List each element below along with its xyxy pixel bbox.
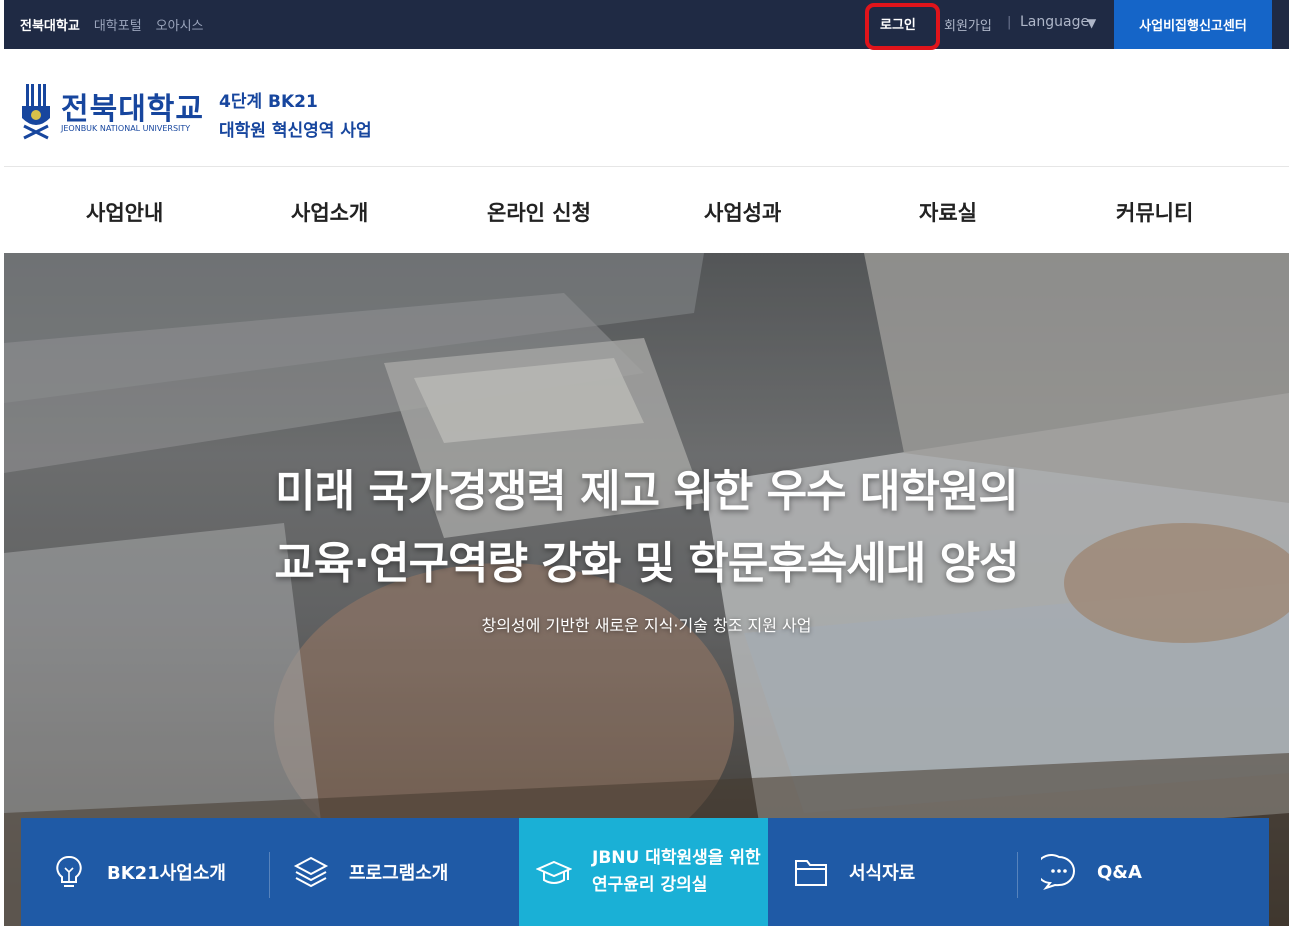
- link-jbnu[interactable]: 전북대학교: [20, 15, 80, 34]
- quick-program-intro[interactable]: 프로그램소개: [293, 818, 448, 926]
- signup-link[interactable]: 회원가입: [944, 15, 992, 34]
- hero-title-line2: 교육·연구역량 강화 및 학문후속세대 양성: [274, 538, 1019, 589]
- quick-divider: [269, 852, 270, 898]
- quick-label-forms: 서식자료: [849, 863, 916, 884]
- chat-bubble-icon: [1041, 854, 1075, 890]
- nav-online-application[interactable]: 온라인 신청: [487, 197, 591, 227]
- quick-menu: BK21사업소개 프로그램소개 JBNU 대학원생을 위한 연구윤리 강의실 서…: [21, 818, 1269, 926]
- university-emblem-icon: [22, 84, 50, 140]
- quick-label-program: 프로그램소개: [349, 863, 449, 884]
- link-oasis[interactable]: 오아시스: [156, 15, 204, 34]
- main-navigation: 사업안내 사업소개 온라인 신청 사업성과 자료실 커뮤니티: [4, 167, 1289, 253]
- program-title-line2: 대학원 혁신영역 사업: [219, 121, 372, 141]
- nav-community[interactable]: 커뮤니티: [1116, 197, 1193, 227]
- report-center-button[interactable]: 사업비집행신고센터: [1114, 0, 1272, 49]
- university-name: 전북대학교: [61, 92, 204, 127]
- quick-label-ethics-line1: JBNU 대학원생을 위한: [592, 848, 761, 868]
- quick-divider: [1017, 852, 1018, 898]
- university-english-name: JEONBUK NATIONAL UNIVERSITY: [61, 124, 191, 133]
- family-site-links: 전북대학교 대학포털 오아시스: [20, 0, 204, 49]
- nav-business-guide[interactable]: 사업안내: [86, 197, 163, 227]
- nav-business-intro[interactable]: 사업소개: [291, 197, 368, 227]
- top-utility-bar: 전북대학교 대학포털 오아시스 사업비집행신고센터: [4, 0, 1289, 49]
- quick-bk21-intro[interactable]: BK21사업소개: [51, 818, 226, 926]
- hero-subtitle: 창의성에 기반한 새로운 지식·기술 창조 지원 사업: [481, 616, 812, 635]
- link-portal[interactable]: 대학포털: [94, 15, 142, 34]
- lightbulb-icon: [56, 855, 82, 887]
- graduation-cap-icon: [536, 860, 572, 884]
- quick-label-bk21: BK21사업소개: [107, 863, 226, 884]
- nav-business-results[interactable]: 사업성과: [704, 197, 781, 227]
- program-title-line1: 4단계 BK21: [219, 92, 318, 112]
- caret-down-icon[interactable]: ▼: [1087, 16, 1096, 30]
- hero-title-line1: 미래 국가경쟁력 제고 위한 우수 대학원의: [275, 466, 1019, 517]
- login-link[interactable]: 로그인: [880, 14, 916, 33]
- nav-archive[interactable]: 자료실: [919, 197, 977, 227]
- folder-icon: [795, 860, 827, 886]
- quick-label-qna: Q&A: [1097, 861, 1142, 883]
- separator: |: [1007, 15, 1012, 30]
- language-selector[interactable]: Language: [1020, 14, 1089, 30]
- layers-icon: [293, 856, 329, 888]
- quick-research-ethics[interactable]: JBNU 대학원생을 위한 연구윤리 강의실: [536, 818, 761, 926]
- quick-qna[interactable]: Q&A: [1041, 818, 1142, 926]
- quick-label-ethics-line2: 연구윤리 강의실: [592, 875, 708, 895]
- quick-forms[interactable]: 서식자료: [793, 818, 915, 926]
